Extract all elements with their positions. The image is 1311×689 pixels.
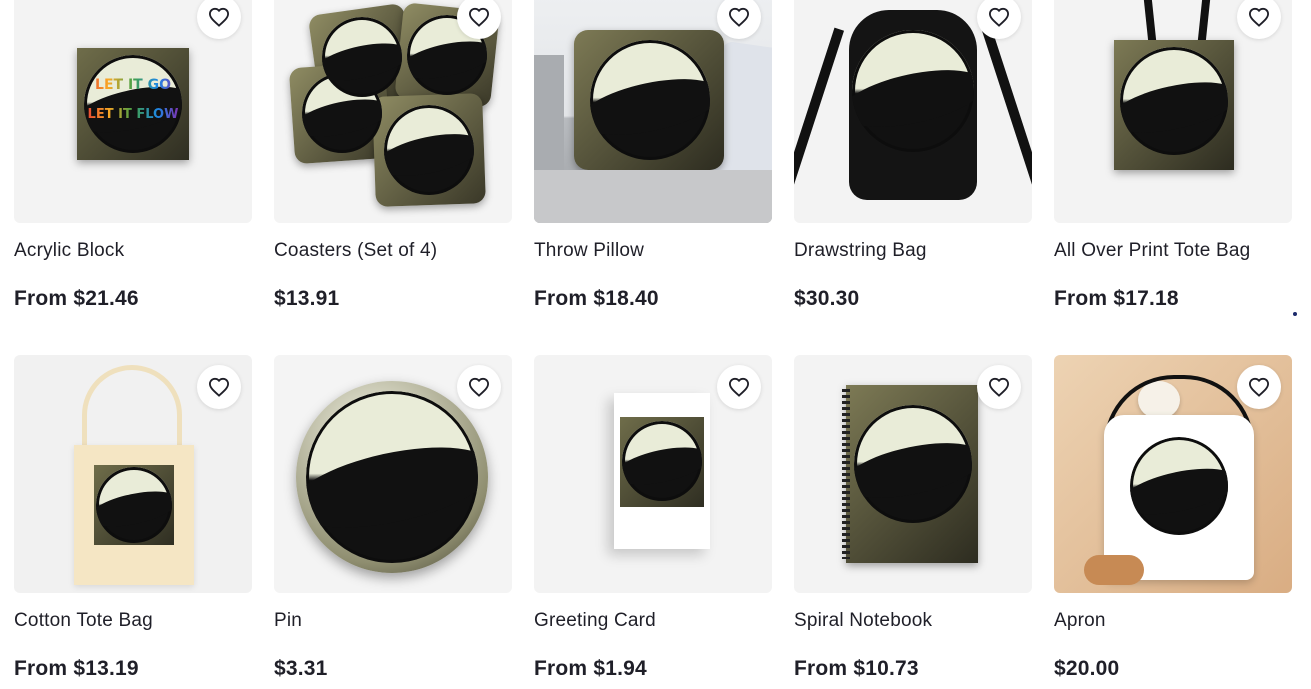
product-card-greeting-card[interactable]: Greeting Card From $1.94 [534, 355, 772, 683]
favorite-button[interactable] [977, 365, 1021, 409]
product-image[interactable] [534, 355, 772, 593]
product-card-all-over-print-tote[interactable]: All Over Print Tote Bag From $17.18 [1054, 0, 1292, 313]
product-price: $30.30 [794, 287, 860, 310]
favorite-button[interactable] [717, 365, 761, 409]
product-card-acrylic-block[interactable]: LET IT GO LET IT FLOW Acrylic Block From… [14, 0, 252, 313]
product-grid: LET IT GO LET IT FLOW Acrylic Block From… [14, 0, 1292, 683]
product-title[interactable]: Throw Pillow [534, 240, 772, 264]
product-image[interactable] [274, 0, 512, 223]
product-image[interactable] [1054, 0, 1292, 223]
product-image[interactable] [794, 0, 1032, 223]
product-price: From $10.73 [794, 657, 919, 680]
product-image[interactable] [14, 355, 252, 593]
product-title[interactable]: Coasters (Set of 4) [274, 240, 512, 264]
heart-outline-icon [988, 7, 1010, 27]
heart-outline-icon [988, 377, 1010, 397]
product-price: From $17.18 [1054, 287, 1179, 310]
product-title[interactable]: Greeting Card [534, 610, 772, 634]
design-text-line1: LET IT GO [84, 77, 182, 93]
product-title[interactable]: All Over Print Tote Bag [1054, 240, 1292, 264]
product-image[interactable] [794, 355, 1032, 593]
carousel-indicator-dot [1293, 312, 1297, 316]
product-card-coasters[interactable]: Coasters (Set of 4) $13.91 [274, 0, 512, 313]
product-card-pin[interactable]: Pin $3.31 [274, 355, 512, 683]
heart-outline-icon [728, 7, 750, 27]
product-card-spiral-notebook[interactable]: Spiral Notebook From $10.73 [794, 355, 1032, 683]
favorite-button[interactable] [1237, 0, 1281, 39]
product-title[interactable]: Cotton Tote Bag [14, 610, 252, 634]
heart-outline-icon [1248, 377, 1270, 397]
product-title[interactable]: Spiral Notebook [794, 610, 1032, 634]
product-title[interactable]: Drawstring Bag [794, 240, 1032, 264]
product-price: From $13.19 [14, 657, 139, 680]
heart-outline-icon [468, 7, 490, 27]
design-text-line2: LET IT FLOW [84, 107, 182, 122]
heart-outline-icon [208, 7, 230, 27]
favorite-button[interactable] [1237, 365, 1281, 409]
heart-outline-icon [1248, 7, 1270, 27]
heart-outline-icon [468, 377, 490, 397]
product-image[interactable] [1054, 355, 1292, 593]
heart-outline-icon [208, 377, 230, 397]
product-card-drawstring-bag[interactable]: Drawstring Bag $30.30 [794, 0, 1032, 313]
product-card-apron[interactable]: Apron $20.00 [1054, 355, 1292, 683]
heart-outline-icon [728, 377, 750, 397]
product-price: $3.31 [274, 657, 328, 680]
product-title[interactable]: Apron [1054, 610, 1292, 634]
favorite-button[interactable] [457, 365, 501, 409]
product-card-throw-pillow[interactable]: Throw Pillow From $18.40 [534, 0, 772, 313]
product-card-cotton-tote[interactable]: Cotton Tote Bag From $13.19 [14, 355, 252, 683]
product-image[interactable] [534, 0, 772, 223]
favorite-button[interactable] [717, 0, 761, 39]
product-price: From $18.40 [534, 287, 659, 310]
product-price: $13.91 [274, 287, 340, 310]
favorite-button[interactable] [977, 0, 1021, 39]
favorite-button[interactable] [197, 365, 241, 409]
favorite-button[interactable] [197, 0, 241, 39]
product-price: $20.00 [1054, 657, 1120, 680]
product-title[interactable]: Pin [274, 610, 512, 634]
product-image[interactable]: LET IT GO LET IT FLOW [14, 0, 252, 223]
product-price: From $21.46 [14, 287, 139, 310]
product-image[interactable] [274, 355, 512, 593]
product-title[interactable]: Acrylic Block [14, 240, 252, 264]
product-price: From $1.94 [534, 657, 647, 680]
